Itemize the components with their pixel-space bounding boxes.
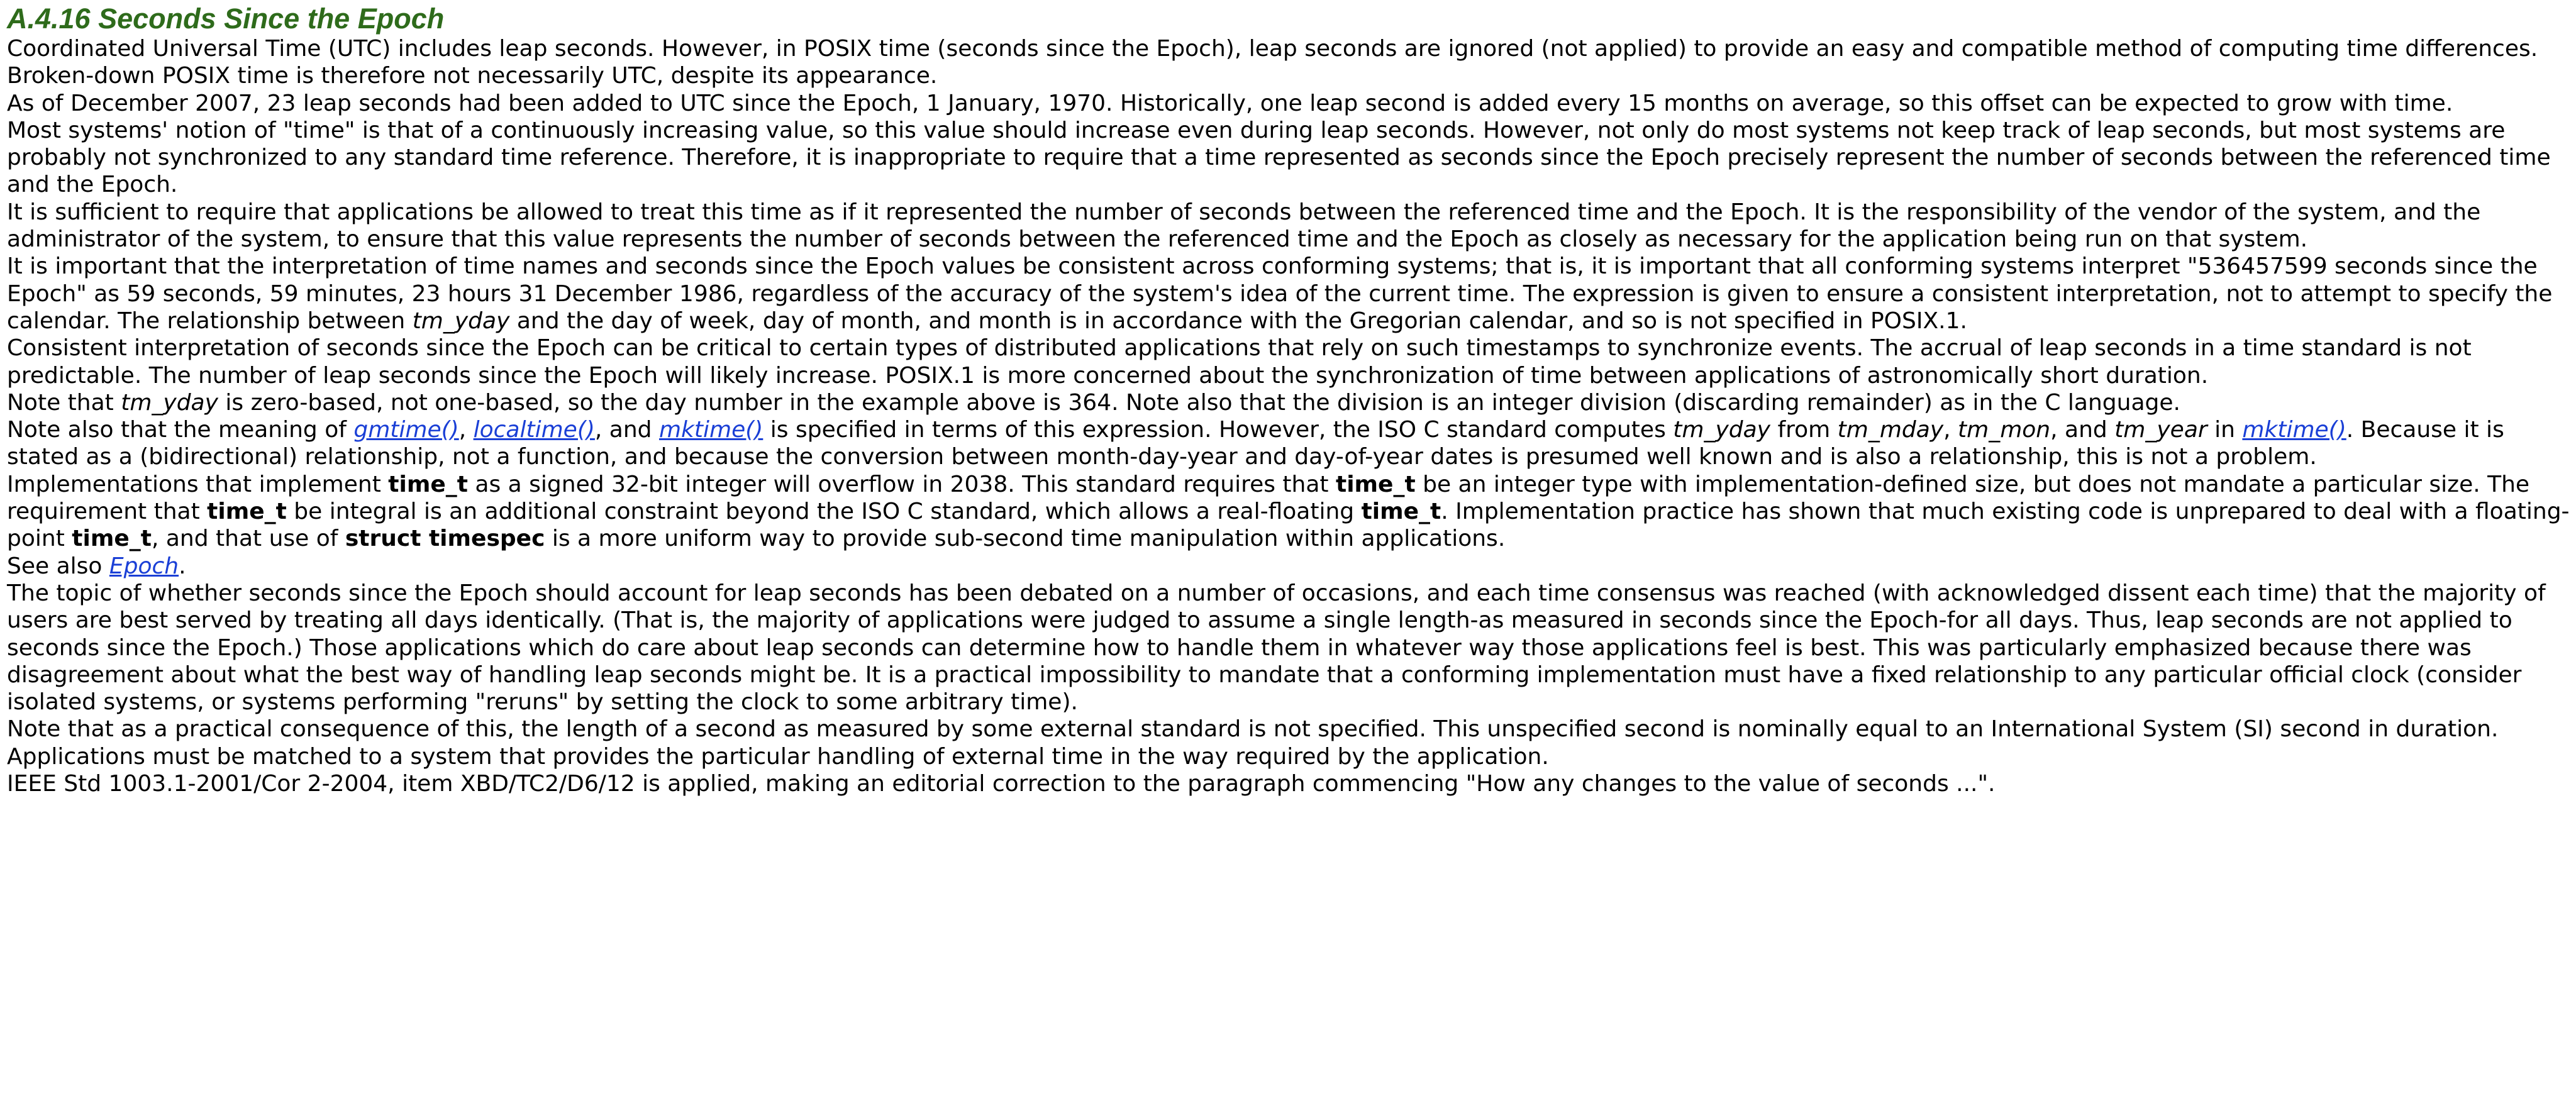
paragraph-time-notion: Most systems' notion of "time" is that o… bbox=[7, 117, 2551, 198]
code-term-struct-timespec: struct timespec bbox=[345, 526, 545, 552]
section-heading: A.4.16 Seconds Since the Epoch bbox=[7, 3, 445, 35]
paragraph-utc-leap-seconds: Coordinated Universal Time (UTC) include… bbox=[7, 36, 2538, 89]
link-localtime[interactable]: localtime() bbox=[474, 417, 595, 443]
paragraph-function-meaning: Note also that the meaning of gmtime(), … bbox=[7, 417, 2504, 470]
link-gmtime[interactable]: gmtime() bbox=[353, 417, 458, 443]
code-term-tm-yday: tm_yday bbox=[412, 307, 510, 334]
link-mktime-2[interactable]: mktime() bbox=[2242, 417, 2346, 443]
code-term-tm-yday: tm_yday bbox=[1673, 417, 1770, 443]
paragraph-leap-seconds-debate: The topic of whether seconds since the E… bbox=[7, 580, 2546, 716]
paragraph-ieee-correction: IEEE Std 1003.1-2001/Cor 2-2004, item XB… bbox=[7, 771, 1996, 797]
paragraph-second-length: Note that as a practical consequence of … bbox=[7, 716, 2499, 770]
code-term-time-t: time_t bbox=[1361, 499, 1441, 525]
code-term-tm-yday: tm_yday bbox=[121, 389, 218, 416]
paragraph-leap-seconds-count: As of December 2007, 23 leap seconds had… bbox=[7, 90, 2453, 116]
paragraph-sufficient-requirement: It is sufficient to require that applica… bbox=[7, 199, 2481, 253]
link-mktime[interactable]: mktime() bbox=[659, 417, 763, 443]
code-term-tm-mon: tm_mon bbox=[1958, 417, 2051, 443]
code-term-time-t: time_t bbox=[388, 471, 468, 497]
code-term-time-t: time_t bbox=[72, 526, 152, 552]
code-term-time-t: time_t bbox=[1335, 471, 1416, 497]
paragraph-time-t-overflow: Implementations that implement time_t as… bbox=[7, 471, 2570, 552]
paragraph-see-also: See also Epoch. bbox=[7, 553, 186, 579]
document-page: A.4.16 Seconds Since the Epoch Coordinat… bbox=[0, 0, 2576, 1118]
link-epoch[interactable]: Epoch bbox=[109, 553, 179, 579]
paragraph-distributed-applications: Consistent interpretation of seconds sin… bbox=[7, 335, 2472, 389]
code-term-time-t: time_t bbox=[207, 499, 287, 525]
code-term-tm-year: tm_year bbox=[2114, 417, 2207, 443]
paragraph-consistent-interpretation: It is important that the interpretation … bbox=[7, 253, 2553, 334]
code-term-tm-mday: tm_mday bbox=[1837, 417, 1944, 443]
paragraph-zero-based: Note that tm_yday is zero-based, not one… bbox=[7, 389, 2180, 416]
